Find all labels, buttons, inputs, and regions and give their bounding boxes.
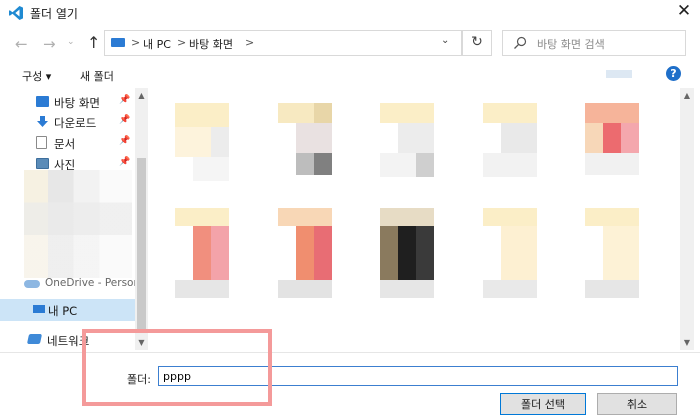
content-scrollbar[interactable] xyxy=(680,88,694,350)
title-bar: 폴더 열기 ✕ xyxy=(0,0,700,26)
pin-icon: 📌 xyxy=(119,115,131,125)
toolbar: 구성 ▾ 새 폴더 ? xyxy=(0,60,700,88)
blurred-region xyxy=(24,170,132,278)
help-icon[interactable]: ? xyxy=(666,66,681,81)
refresh-button[interactable]: ↻ xyxy=(462,30,492,56)
search-icon xyxy=(514,36,527,49)
address-bar[interactable]: > 내 PC > 바탕 화면 > ⌄ xyxy=(104,30,462,56)
breadcrumb-separator: > xyxy=(131,36,141,49)
window-title: 폴더 열기 xyxy=(30,7,78,21)
sidebar-item-label: 문서 xyxy=(54,137,76,151)
up-button[interactable]: ↑ xyxy=(87,33,100,52)
scroll-up-icon[interactable]: ▲ xyxy=(680,91,694,100)
folder-thumbnail[interactable] xyxy=(483,208,563,298)
folder-thumbnail[interactable] xyxy=(278,208,358,298)
vscode-icon xyxy=(9,6,23,20)
breadcrumb-separator: > xyxy=(177,36,187,49)
back-button[interactable]: ← xyxy=(15,35,28,53)
folder-thumbnail[interactable] xyxy=(585,103,665,193)
cancel-button[interactable]: 취소 xyxy=(597,393,677,415)
pictures-icon xyxy=(36,158,49,169)
sidebar-item-label: 다운로드 xyxy=(54,116,97,130)
sidebar-item-label: OneDrive - Person xyxy=(45,277,141,289)
sidebar-item-label: 바탕 화면 xyxy=(54,96,100,110)
sidebar-item-onedrive[interactable]: OneDrive - Person xyxy=(0,274,140,294)
pin-icon: 📌 xyxy=(119,95,131,105)
folder-thumbnail[interactable] xyxy=(380,208,460,298)
pin-icon: 📌 xyxy=(119,157,131,167)
folder-thumbnail[interactable] xyxy=(175,103,255,193)
folder-thumbnail[interactable] xyxy=(585,208,665,298)
desktop-icon xyxy=(36,96,49,107)
view-options-icon[interactable] xyxy=(606,70,632,78)
breadcrumb-this-pc[interactable]: 내 PC xyxy=(143,36,171,52)
sidebar-item-this-pc[interactable]: 내 PC xyxy=(0,299,135,321)
navigation-pane[interactable]: 바탕 화면 📌 다운로드 📌 문서 📌 사진 📌 OneDrive - Pers… xyxy=(0,88,148,350)
sidebar-item-label: 내 PC xyxy=(48,304,78,318)
pc-icon xyxy=(111,38,125,47)
pin-icon: 📌 xyxy=(119,136,131,146)
new-folder-button[interactable]: 새 폴더 xyxy=(80,68,114,84)
sidebar-item-documents[interactable]: 문서 📌 xyxy=(0,133,135,153)
sidebar-item-desktop[interactable]: 바탕 화면 📌 xyxy=(0,92,135,112)
pc-icon xyxy=(33,305,45,313)
select-folder-button[interactable]: 폴더 선택 xyxy=(500,393,586,415)
cloud-icon xyxy=(24,280,40,288)
sidebar-item-downloads[interactable]: 다운로드 📌 xyxy=(0,112,135,132)
forward-button[interactable]: → xyxy=(43,35,56,53)
content-pane[interactable] xyxy=(150,88,680,350)
recent-locations-button[interactable]: ⌄ xyxy=(67,37,75,47)
scroll-up-icon[interactable]: ▲ xyxy=(135,91,148,100)
network-icon xyxy=(26,334,43,344)
search-placeholder: 바탕 화면 검색 xyxy=(537,38,605,51)
organize-button[interactable]: 구성 ▾ xyxy=(22,68,51,84)
folder-thumbnail[interactable] xyxy=(175,208,255,298)
folder-thumbnail[interactable] xyxy=(483,103,563,193)
sidebar-scrollbar-thumb[interactable] xyxy=(137,158,146,330)
scroll-down-icon[interactable]: ▼ xyxy=(680,338,694,347)
annotation-highlight-box xyxy=(82,329,272,406)
download-icon xyxy=(37,116,48,127)
document-icon xyxy=(36,136,47,149)
folder-thumbnail[interactable] xyxy=(278,103,358,193)
close-button[interactable]: ✕ xyxy=(668,0,700,24)
folder-thumbnail[interactable] xyxy=(380,103,460,193)
address-dropdown-icon[interactable]: ⌄ xyxy=(441,35,449,46)
breadcrumb-separator: > xyxy=(245,36,255,49)
breadcrumb-desktop[interactable]: 바탕 화면 xyxy=(189,36,233,52)
search-box[interactable]: 바탕 화면 검색 xyxy=(502,30,686,56)
